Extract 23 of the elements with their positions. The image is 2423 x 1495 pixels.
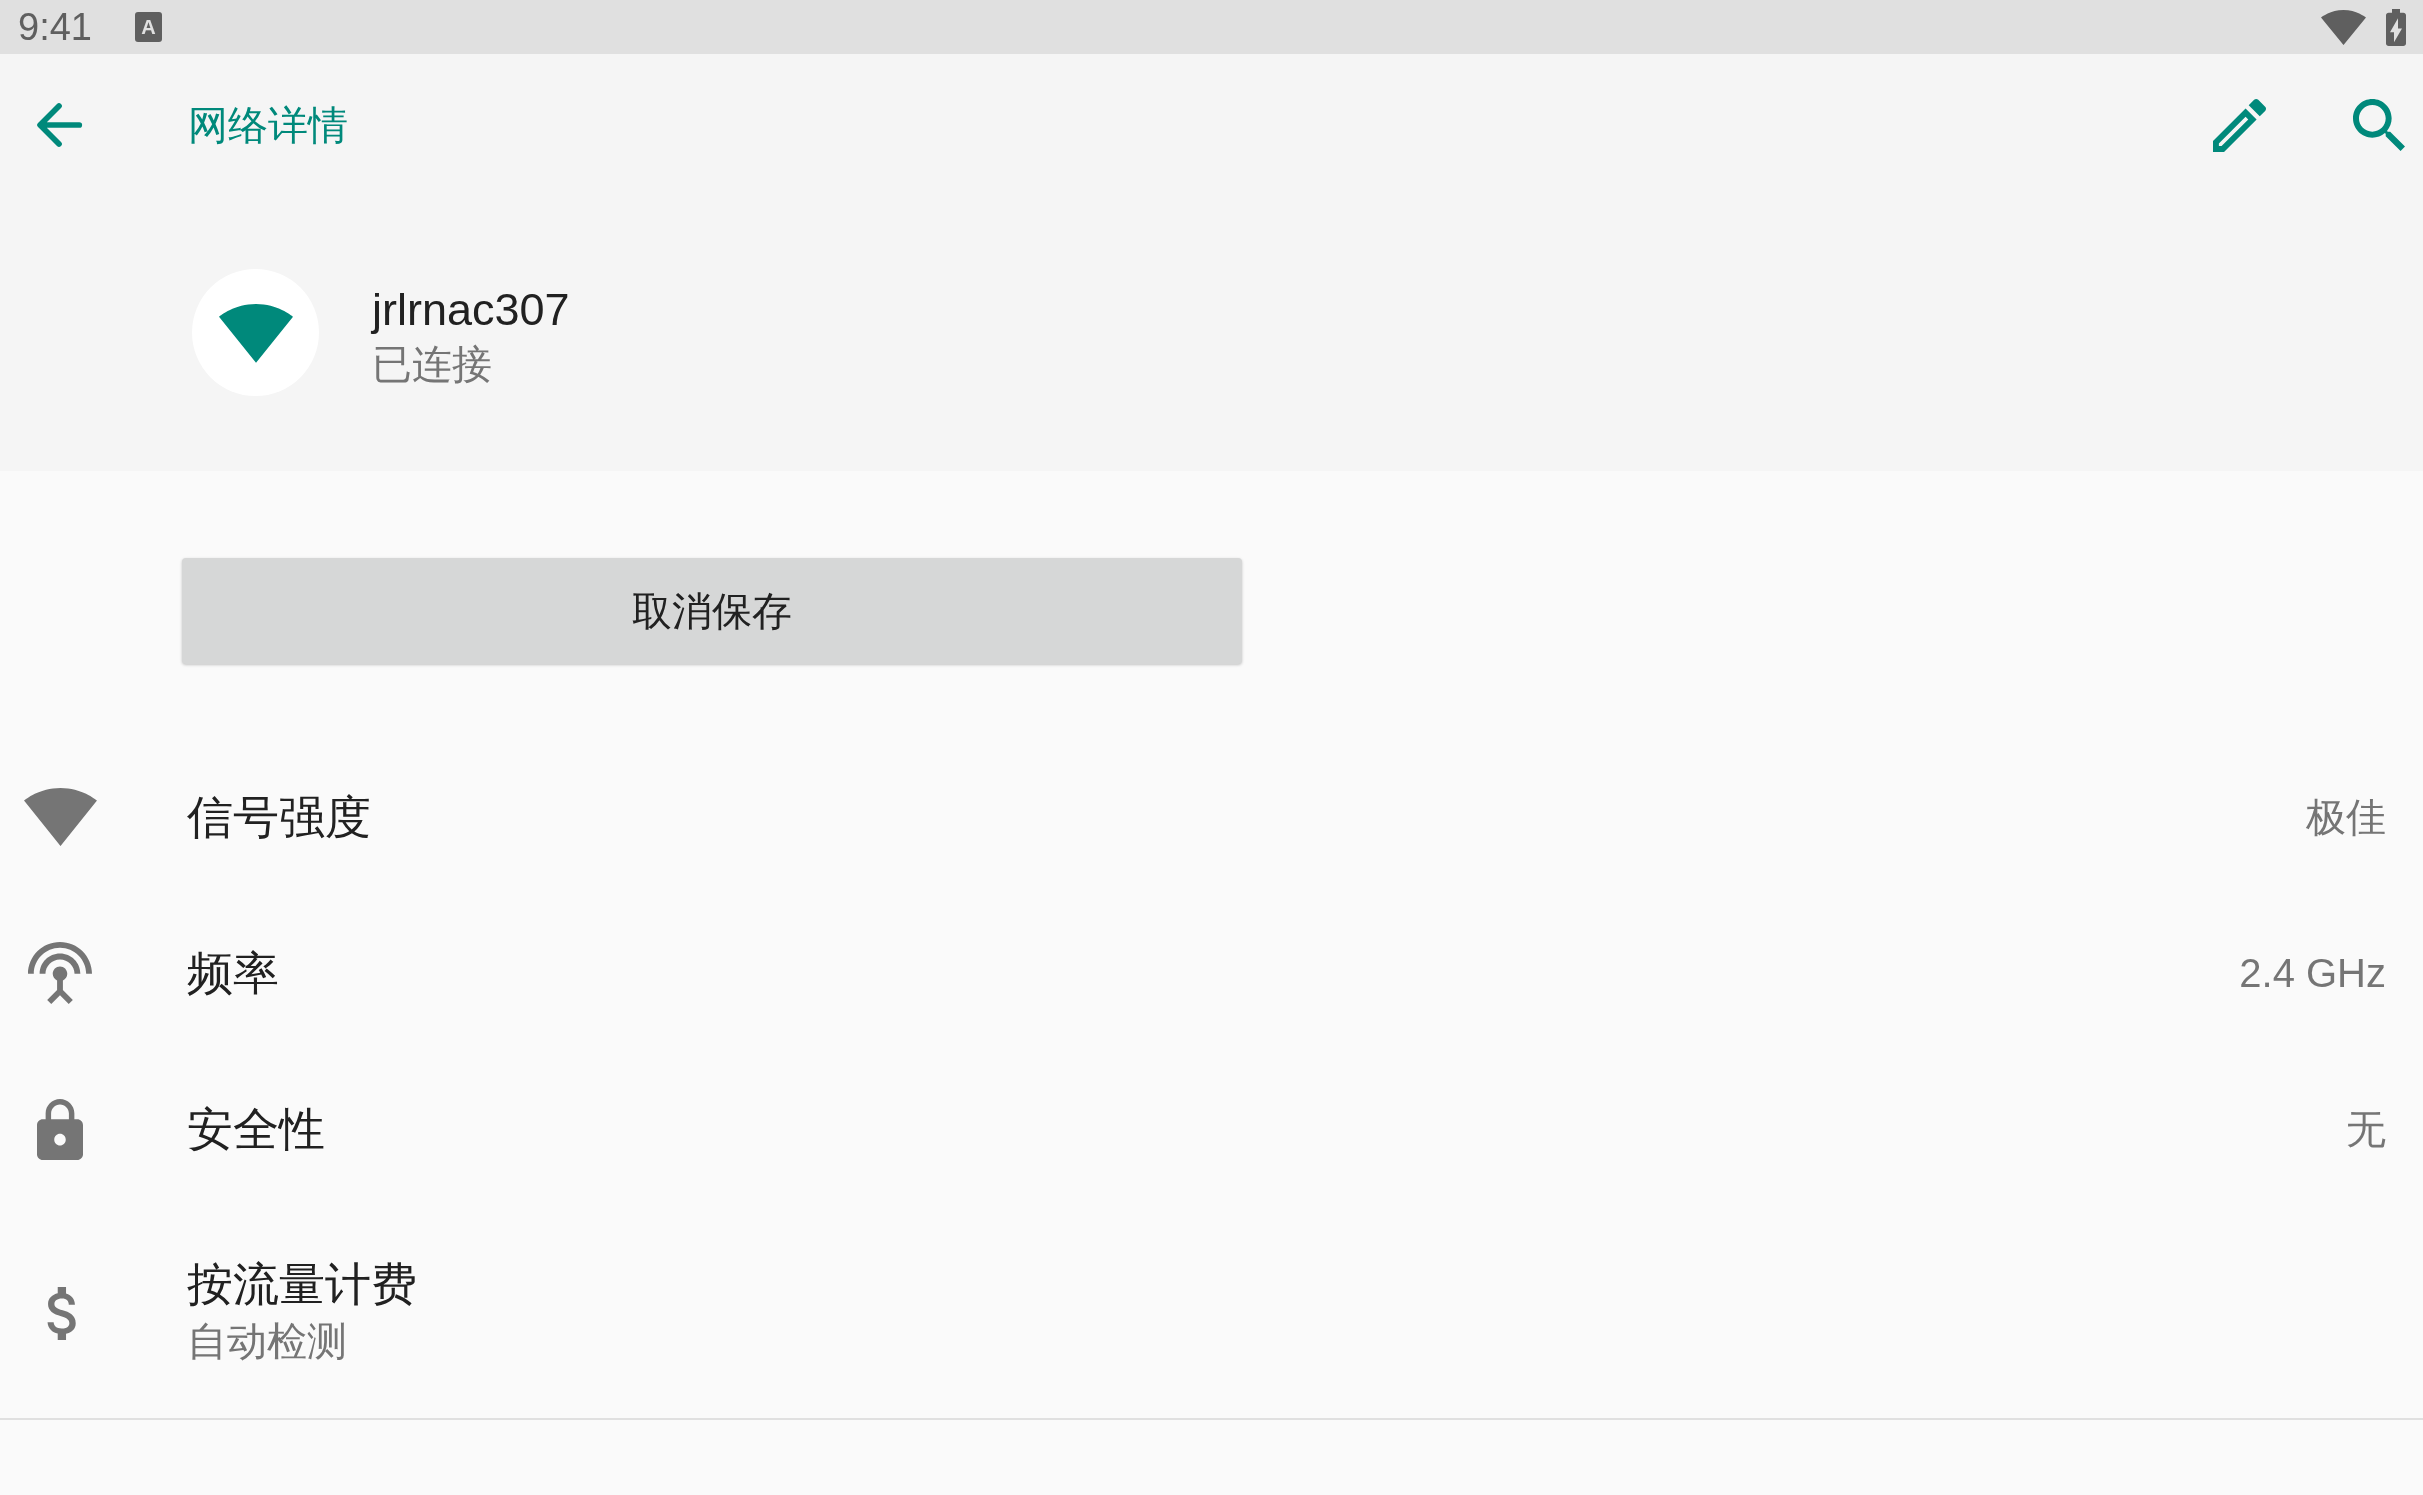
battery-charging-icon [2386, 8, 2406, 46]
detail-label: 安全性 [187, 1101, 326, 1157]
forget-button[interactable]: 取消保存 [182, 558, 1242, 664]
detail-label: 信号强度 [187, 789, 372, 845]
wifi-status-icon [2321, 9, 2366, 45]
detail-value: 2.4 GHz [2239, 949, 2386, 997]
detail-label: 频率 [187, 945, 280, 1001]
screen-title: 网络详情 [188, 102, 348, 149]
status-time: 9:41 [18, 8, 92, 46]
detail-label: 按流量计费 [187, 1257, 418, 1312]
detail-value: 极佳 [2306, 793, 2386, 841]
antenna-icon [28, 942, 92, 1004]
wifi-icon [23, 788, 97, 846]
detail-summary: 自动检测 [187, 1318, 348, 1365]
network-name: jrlrnac307 [372, 282, 570, 337]
back-arrow-icon[interactable] [35, 102, 83, 148]
connection-status: 已连接 [372, 340, 493, 388]
notification-icon: A [134, 12, 162, 42]
detail-value: 无 [2346, 1105, 2386, 1153]
lock-icon [37, 1098, 83, 1160]
search-icon[interactable] [2353, 99, 2405, 151]
wifi-icon [192, 269, 319, 396]
pencil-icon[interactable] [2213, 98, 2266, 152]
